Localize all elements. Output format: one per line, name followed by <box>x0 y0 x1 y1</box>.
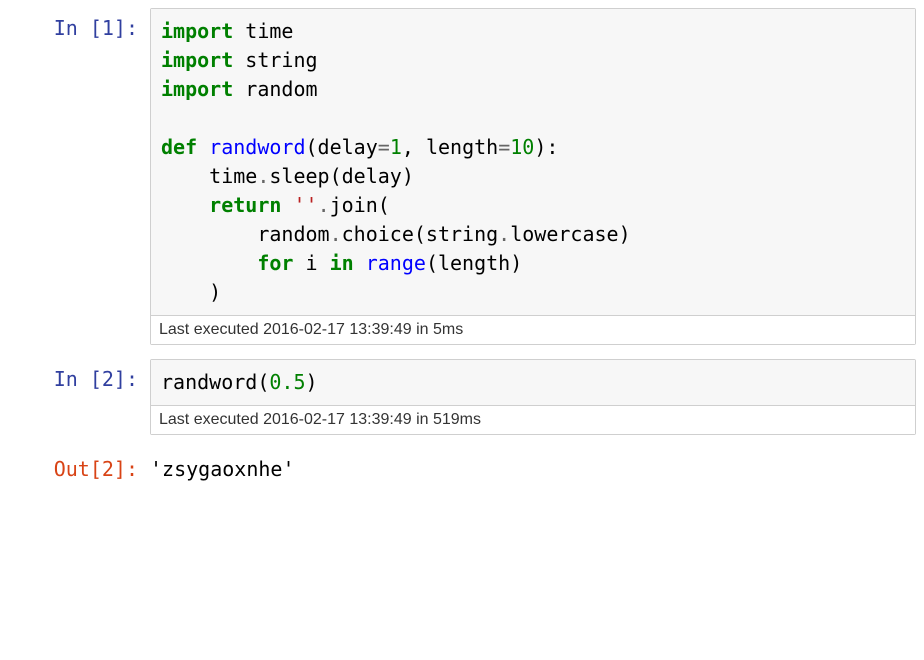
output-prompt: Out[2]: <box>8 449 150 481</box>
output-body: 'zsygaoxnhe' <box>150 449 916 481</box>
execution-timing: Last executed 2016-02-17 13:39:49 in 519… <box>151 405 915 434</box>
input-prompt: In [1]: <box>8 8 150 40</box>
code-editor[interactable]: import time import string import random … <box>151 9 915 315</box>
execution-timing: Last executed 2016-02-17 13:39:49 in 5ms <box>151 315 915 344</box>
output-text: 'zsygaoxnhe' <box>150 449 916 481</box>
input-area[interactable]: import time import string import random … <box>150 8 916 345</box>
notebook-cell: In [1]: import time import string import… <box>8 8 916 345</box>
input-area[interactable]: randword(0.5) Last executed 2016-02-17 1… <box>150 359 916 435</box>
cell-body: import time import string import random … <box>150 8 916 345</box>
notebook-cell: In [2]: randword(0.5) Last executed 2016… <box>8 359 916 435</box>
output-row: Out[2]: 'zsygaoxnhe' <box>8 449 916 481</box>
input-prompt: In [2]: <box>8 359 150 391</box>
cell-body: randword(0.5) Last executed 2016-02-17 1… <box>150 359 916 435</box>
code-editor[interactable]: randword(0.5) <box>151 360 915 405</box>
